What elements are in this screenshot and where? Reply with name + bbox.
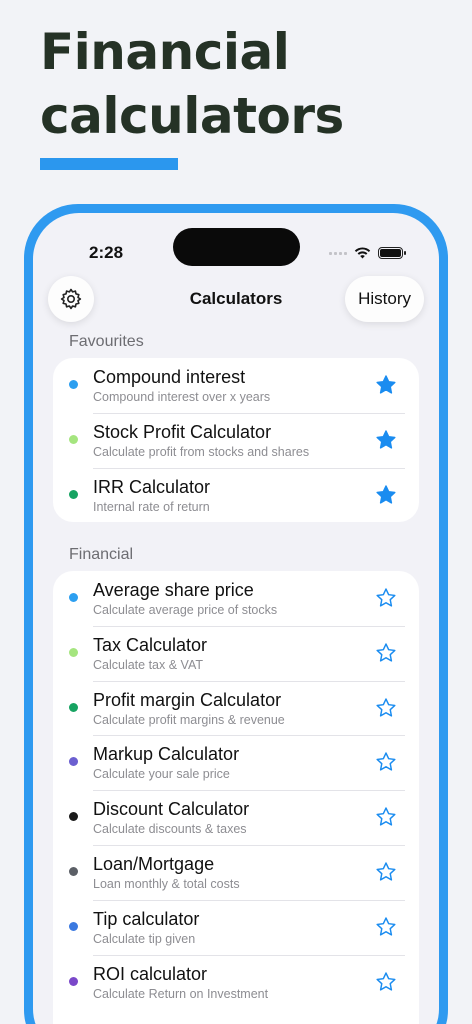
category-dot (69, 702, 78, 712)
history-button[interactable]: History (345, 276, 424, 322)
star-outline-icon[interactable] (375, 642, 397, 664)
category-dot (69, 489, 78, 499)
item-title: ROI calculator (93, 963, 208, 984)
star-filled-icon[interactable] (375, 484, 397, 506)
list-item[interactable]: IRR Calculator Internal rate of return (53, 467, 419, 523)
list-item[interactable]: Loan/Mortgage Loan monthly & total costs (53, 844, 419, 900)
list-item[interactable]: Tax Calculator Calculate tax & VAT (53, 625, 419, 681)
item-title: Tax Calculator (93, 634, 208, 655)
item-title: Average share price (93, 580, 254, 600)
item-title: Loan/Mortgage (93, 853, 215, 874)
battery-icon (378, 247, 406, 259)
headline-underline (40, 158, 178, 170)
dynamic-island (173, 228, 300, 266)
category-dot (69, 866, 78, 876)
category-dot (69, 976, 78, 986)
item-title: IRR Calculator (93, 476, 211, 497)
star-filled-icon[interactable] (375, 429, 397, 451)
headline-line-2: calculators (40, 87, 344, 145)
list-item[interactable]: Discount Calculator Calculate discounts &… (53, 790, 419, 845)
item-subtitle: Calculate profit from stocks and shares (93, 444, 310, 459)
status-icons (329, 247, 406, 259)
category-dot (69, 812, 78, 822)
item-title: Markup Calculator (93, 744, 240, 765)
item-subtitle: Calculate average price of stocks (93, 603, 278, 617)
headline-line-1: Financial (40, 23, 290, 81)
phone-screen: 2:28 Calculators History Favourites Comp… (33, 213, 439, 1024)
item-title: Tip calculator (93, 908, 200, 929)
item-subtitle: Internal rate of return (93, 499, 210, 514)
item-subtitle: Calculate tax & VAT (93, 657, 203, 672)
star-outline-icon[interactable] (375, 587, 397, 609)
favourites-list: Compound interest Compound interest over … (53, 358, 419, 523)
item-title: Discount Calculator (93, 799, 250, 820)
list-item[interactable]: Tip calculator Calculate tip given (53, 899, 419, 955)
financial-list: Average share price Calculate average pri… (53, 571, 419, 1024)
list-item[interactable]: Markup Calculator Calculate your sale pri… (53, 735, 419, 790)
phone-frame: 2:28 Calculators History Favourites Comp… (24, 204, 448, 1024)
item-subtitle: Calculate your sale price (93, 767, 230, 782)
item-title: Stock Profit Calculator (93, 421, 272, 442)
item-subtitle: Calculate discounts & taxes (93, 822, 247, 837)
category-dot (69, 647, 78, 657)
star-outline-icon[interactable] (375, 806, 397, 828)
item-subtitle: Loan monthly & total costs (93, 876, 240, 891)
cellular-signal-icon (329, 251, 347, 255)
item-title: Profit margin Calculator (93, 689, 282, 710)
item-title: Compound interest (93, 367, 246, 387)
category-dot (69, 380, 78, 389)
item-subtitle: Calculate profit margins & revenue (93, 712, 285, 727)
star-filled-icon[interactable] (375, 374, 397, 396)
category-dot (69, 434, 78, 444)
list-item[interactable]: Average share price Calculate average pri… (53, 571, 419, 626)
section-title-favourites: Favourites (69, 333, 144, 350)
star-outline-icon[interactable] (375, 697, 397, 719)
status-time: 2:28 (89, 243, 124, 262)
wifi-icon (354, 247, 371, 259)
list-item[interactable]: ROI calculator Calculate Return on Invest… (53, 954, 419, 1010)
star-outline-icon[interactable] (375, 861, 397, 883)
star-outline-icon[interactable] (375, 751, 397, 773)
item-subtitle: Calculate Return on Investment (93, 986, 269, 1001)
item-subtitle: Calculate tip given (93, 931, 196, 946)
star-outline-icon[interactable] (375, 971, 397, 993)
category-dot (69, 757, 78, 767)
list-item[interactable]: Compound interest Compound interest over … (53, 358, 419, 413)
star-outline-icon[interactable] (375, 916, 397, 938)
item-subtitle: Compound interest over x years (93, 390, 271, 404)
section-title-financial: Financial (69, 546, 134, 563)
headline: Financial calculators (40, 20, 344, 148)
list-item[interactable]: Stock Profit Calculator Calculate profit … (53, 412, 419, 468)
category-dot (69, 593, 78, 602)
category-dot (69, 921, 78, 931)
list-item[interactable]: Profit margin Calculator Calculate profit… (53, 680, 419, 736)
